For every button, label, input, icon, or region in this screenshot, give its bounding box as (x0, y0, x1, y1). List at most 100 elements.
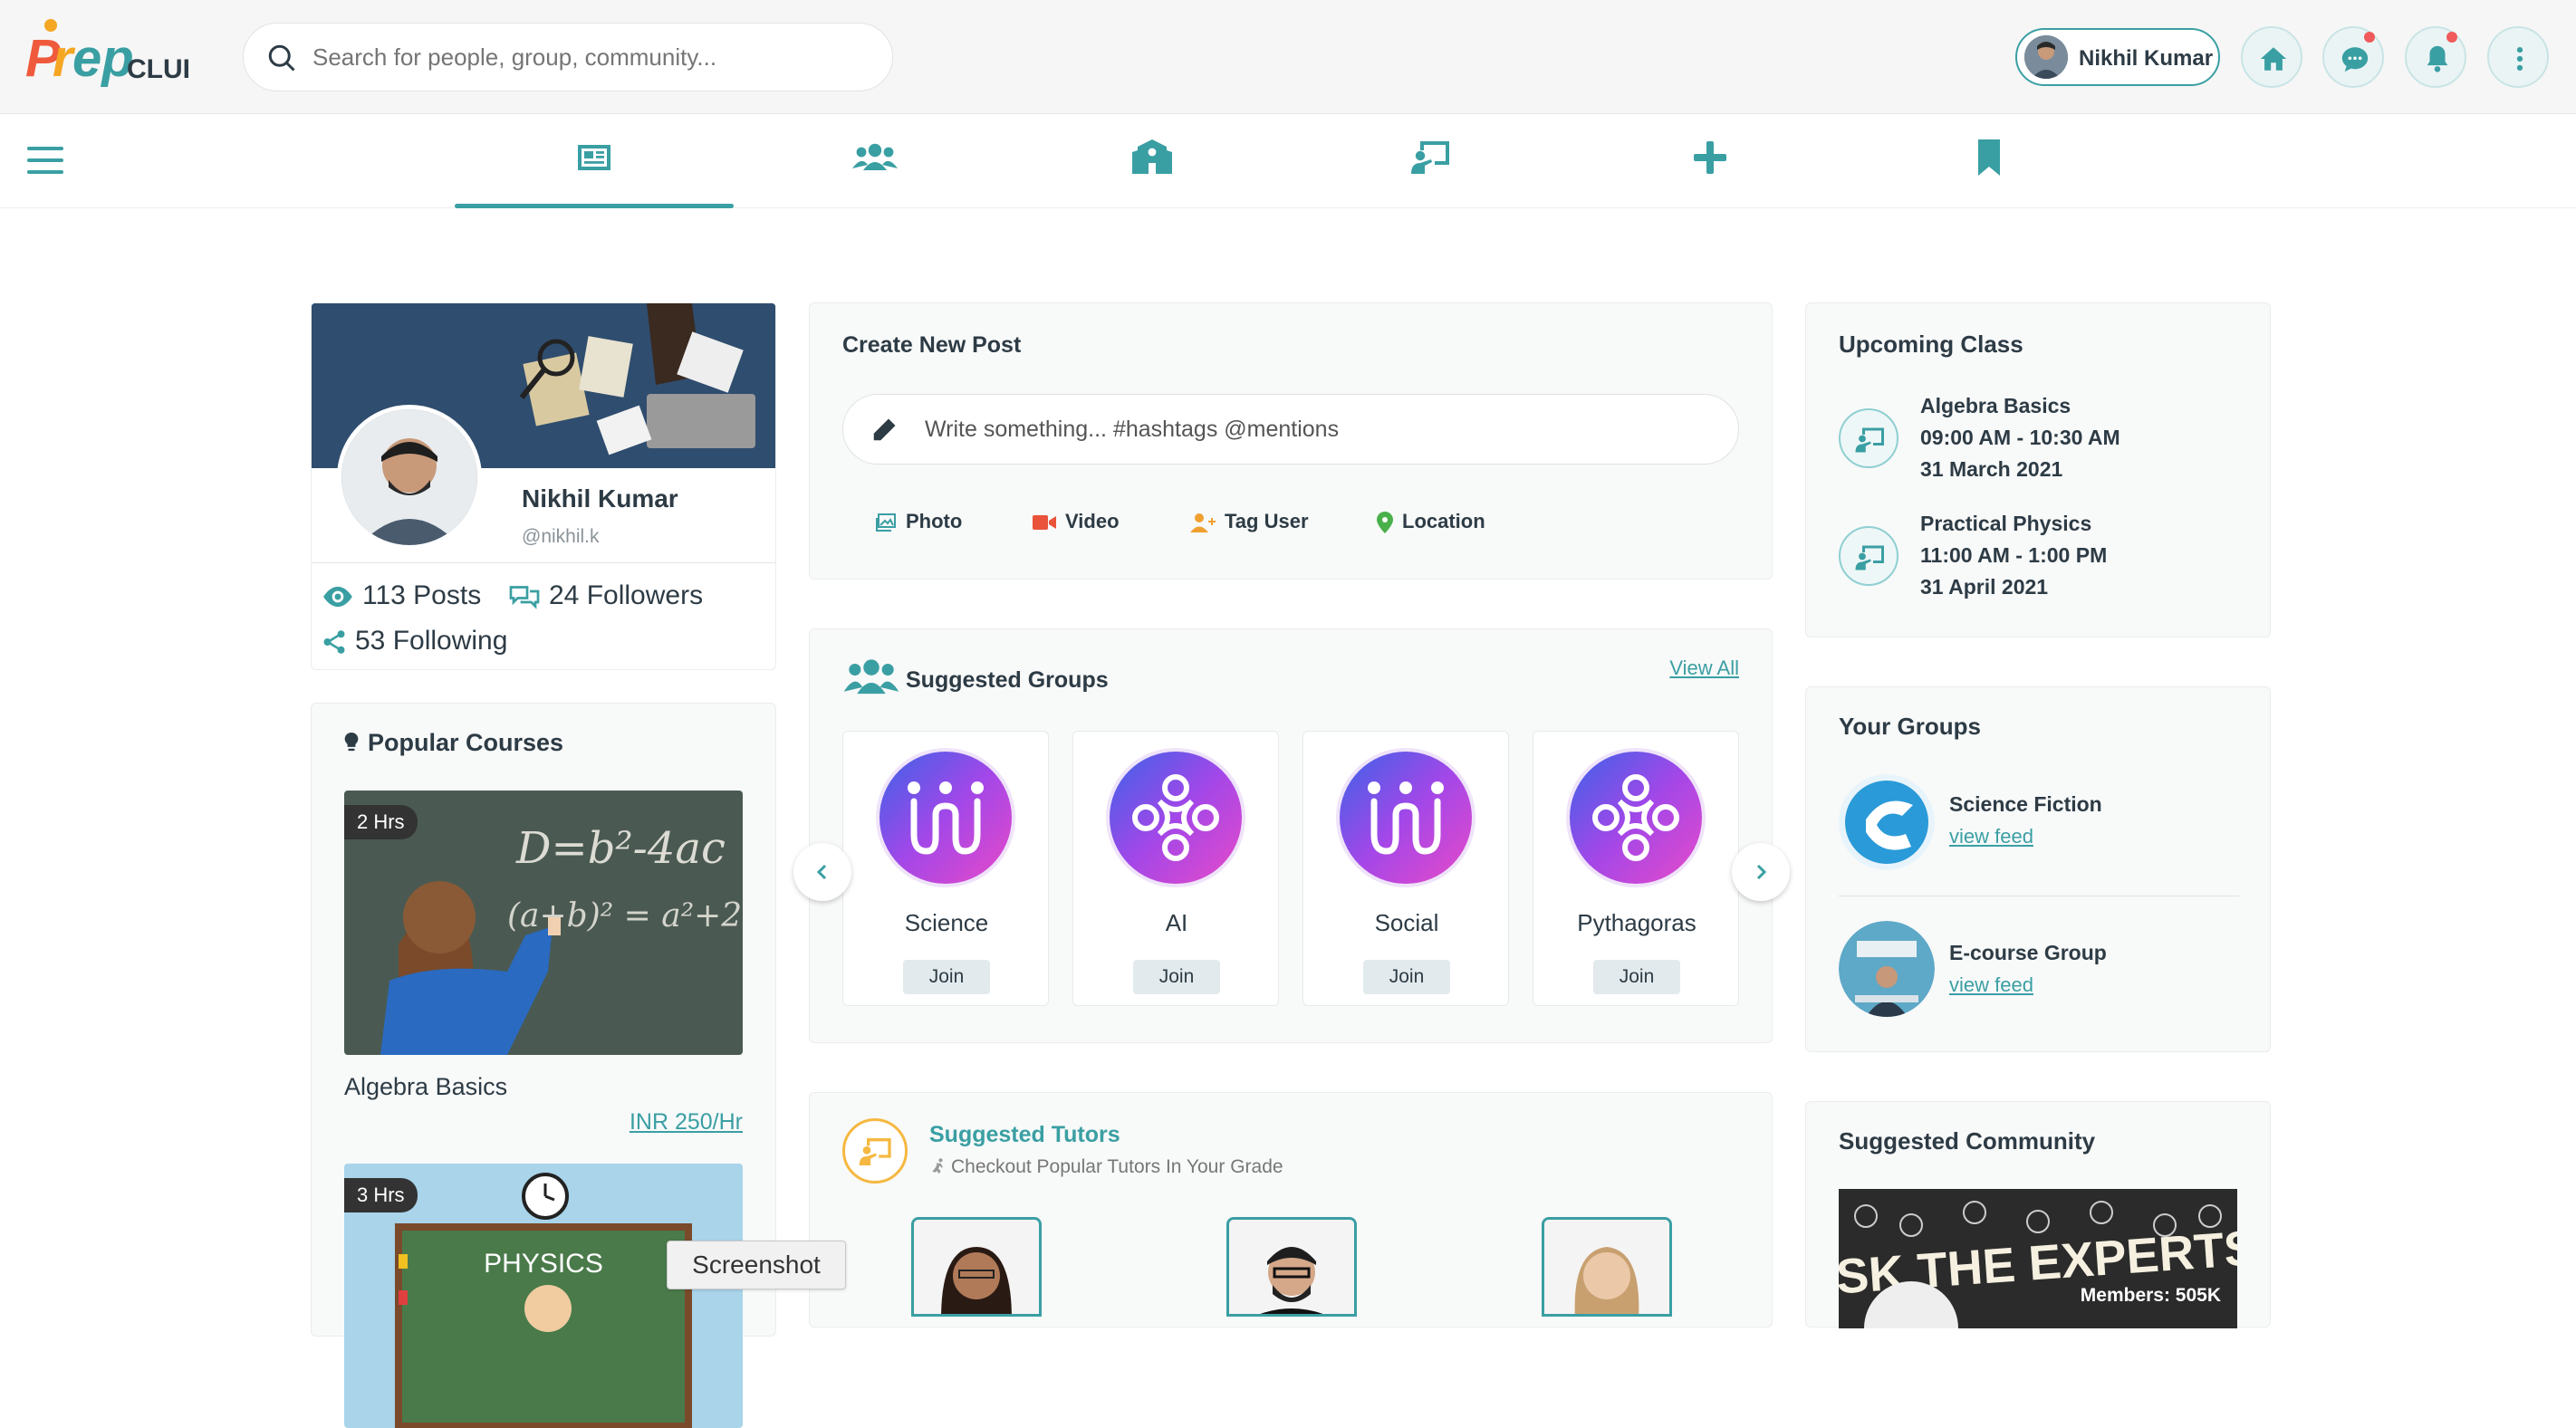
group-name[interactable]: Science Fiction (1949, 792, 2102, 817)
view-feed-link[interactable]: view feed (1949, 973, 2033, 997)
tab-bookmarks[interactable] (1850, 114, 2129, 208)
course-duration-badge: 2 Hrs (344, 805, 418, 839)
suggested-community-title: Suggested Community (1839, 1127, 2096, 1155)
bookmark-icon (1978, 139, 2000, 176)
running-icon (932, 1158, 943, 1174)
class-time: 09:00 AM - 10:30 AM (1920, 426, 2120, 449)
suggested-groups-title: Suggested Groups (842, 656, 1109, 698)
add-user-icon (1190, 513, 1216, 533)
course-price-link[interactable]: INR 250/Hr (630, 1109, 743, 1136)
video-camera-icon (1033, 515, 1056, 531)
group-logo (1336, 748, 1475, 887)
video-button[interactable]: Video (1033, 510, 1120, 533)
svg-text:(a+b)² = a²+2ab: (a+b)² = a²+2ab (507, 897, 743, 934)
tab-create[interactable] (1571, 114, 1850, 208)
science-fiction-group-logo[interactable] (1839, 774, 1935, 870)
group-card-ai[interactable]: AI Join (1072, 731, 1279, 1006)
profile-name[interactable]: Nikhil Kumar (522, 484, 678, 513)
svg-text:ep: ep (72, 29, 134, 88)
notifications-dot (2446, 32, 2457, 43)
view-feed-link[interactable]: view feed (1949, 825, 2033, 848)
group-card-science[interactable]: Science Join (842, 731, 1049, 1006)
search-icon (268, 44, 295, 72)
location-button[interactable]: Location (1377, 510, 1485, 534)
tutor-card-3[interactable] (1542, 1217, 1672, 1317)
eye-icon (323, 586, 352, 608)
join-button[interactable]: Join (1133, 960, 1220, 994)
posts-count: 113 Posts (362, 580, 482, 610)
prep-club-logo[interactable]: P r ep CLUB (25, 18, 202, 91)
users-group-icon (843, 659, 899, 695)
course-duration-badge: 3 Hrs (344, 1178, 418, 1212)
posts-stat[interactable]: 113 Posts (321, 580, 481, 611)
search-bar[interactable] (243, 23, 893, 91)
your-groups-title: Your Groups (1839, 713, 1981, 740)
profile-handle: @nikhil.k (522, 526, 600, 547)
messages-notification-dot (2364, 32, 2375, 43)
class-icon (1839, 408, 1898, 468)
suggested-community-card: Suggested Community ASK THE EXPERTS! Mem… (1805, 1101, 2271, 1328)
group-card-social[interactable]: Social Join (1302, 731, 1509, 1006)
photo-button[interactable]: Photo (875, 510, 962, 533)
home-button[interactable] (2241, 26, 2302, 88)
user-name: Nikhil Kumar (2079, 46, 2214, 71)
join-button[interactable]: Join (1593, 960, 1680, 994)
your-groups-card: Your Groups Science Fiction view feed E-… (1805, 686, 2271, 1052)
chat-icon (2341, 47, 2369, 72)
class-date: 31 March 2021 (1920, 457, 2063, 481)
followers-stat[interactable]: 24 Followers (507, 580, 703, 611)
join-button[interactable]: Join (1363, 960, 1450, 994)
notifications-button[interactable] (2405, 26, 2466, 88)
group-card-pythagoras[interactable]: Pythagoras Join (1533, 731, 1739, 1006)
search-input[interactable] (312, 36, 865, 78)
e-course-group-logo[interactable] (1839, 921, 1935, 1017)
create-post-card: Create New Post Write something... #hash… (809, 302, 1773, 580)
tab-institutes[interactable] (1013, 114, 1292, 208)
course-image-physics[interactable]: PHYSICS 3 Hrs (344, 1164, 743, 1428)
messages-button[interactable] (2322, 26, 2384, 88)
post-composer-input[interactable]: Write something... #hashtags @mentions (842, 394, 1739, 465)
main-nav (0, 114, 2576, 208)
users-group-icon (852, 143, 898, 170)
hamburger-menu-icon[interactable] (27, 145, 63, 176)
course-image-algebra[interactable]: D=b²-4ac (a+b)² = a²+2ab 2 Hrs (344, 791, 743, 1055)
plus-icon (1694, 141, 1726, 174)
tag-user-button[interactable]: Tag User (1190, 510, 1309, 533)
group-name: Science (904, 909, 989, 936)
share-icon (323, 630, 345, 654)
tab-tutors[interactable] (1292, 114, 1571, 208)
tab-groups[interactable] (734, 114, 1013, 208)
teacher-board-icon (859, 1138, 891, 1165)
profile-card: Nikhil Kumar @nikhil.k 113 Posts 24 Foll… (311, 302, 776, 670)
join-button[interactable]: Join (903, 960, 990, 994)
post-composer-placeholder: Write something... #hashtags @mentions (925, 417, 1340, 442)
more-options-button[interactable] (2487, 26, 2549, 88)
popular-courses-title: Popular Courses (344, 729, 563, 757)
upcoming-class-card: Upcoming Class Algebra Basics 09:00 AM -… (1805, 302, 2271, 637)
course-name[interactable]: Algebra Basics (344, 1073, 507, 1101)
class-details[interactable]: Algebra Basics 09:00 AM - 10:30 AM 31 Ma… (1920, 390, 2120, 485)
tutor-card-2[interactable] (1226, 1217, 1357, 1317)
chevron-left-icon (816, 864, 827, 880)
groups-prev-button[interactable] (793, 843, 851, 901)
group-name[interactable]: E-course Group (1949, 941, 2107, 965)
tab-feed[interactable] (455, 114, 734, 208)
suggested-tutors-title: Suggested Tutors (929, 1122, 1120, 1147)
user-profile-chip[interactable]: Nikhil Kumar (2015, 28, 2220, 86)
profile-avatar[interactable] (337, 405, 482, 550)
physics-board-text: PHYSICS (484, 1249, 603, 1279)
view-all-groups-link[interactable]: View All (1669, 656, 1739, 680)
location-pin-icon (1377, 512, 1393, 534)
following-count: 53 Following (355, 626, 508, 656)
class-details[interactable]: Practical Physics 11:00 AM - 1:00 PM 31 … (1920, 508, 2107, 603)
photo-icon (876, 513, 896, 532)
group-logo (1106, 748, 1245, 887)
class-date: 31 April 2021 (1920, 575, 2049, 599)
tutor-card-1[interactable] (911, 1217, 1042, 1317)
following-stat[interactable]: 53 Following (321, 626, 507, 656)
comments-icon (509, 586, 540, 609)
divider (312, 562, 775, 563)
community-banner[interactable]: ASK THE EXPERTS! Members: 505K (1839, 1189, 2237, 1328)
groups-next-button[interactable] (1732, 843, 1790, 901)
group-name: Social (1374, 909, 1439, 936)
